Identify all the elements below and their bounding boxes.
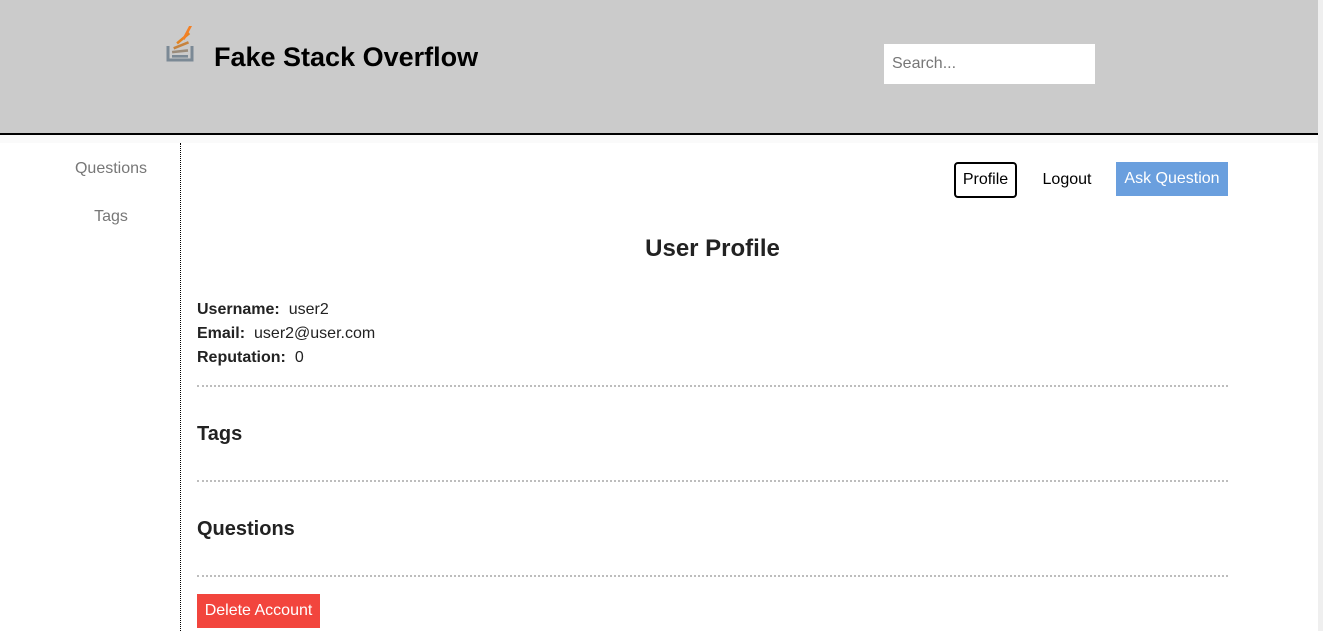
sidebar-item-questions[interactable]: Questions: [0, 160, 180, 178]
questions-section-title: Questions: [197, 518, 295, 540]
sidebar: Questions Tags: [0, 143, 181, 631]
email-row: Email: user2@user.com: [197, 325, 375, 343]
email-value: user2@user.com: [254, 325, 376, 342]
main-content: Profile Logout Ask Question User Profile…: [197, 143, 1228, 631]
stack-overflow-logo-icon: [164, 24, 198, 66]
sidebar-item-tags[interactable]: Tags: [0, 208, 180, 226]
delete-account-button[interactable]: Delete Account: [197, 594, 320, 628]
username-row: Username: user2: [197, 301, 329, 319]
profile-button[interactable]: Profile: [954, 162, 1017, 198]
logout-button[interactable]: Logout: [1035, 162, 1099, 198]
header: Fake Stack Overflow: [0, 0, 1318, 135]
divider: [197, 480, 1228, 482]
username-label: Username:: [197, 301, 280, 318]
reputation-value: 0: [294, 349, 304, 366]
divider: [197, 385, 1228, 387]
reputation-row: Reputation: 0: [197, 349, 304, 367]
header-shadow-strip: [0, 135, 1318, 143]
ask-question-button[interactable]: Ask Question: [1116, 162, 1228, 196]
site-title: Fake Stack Overflow: [214, 42, 479, 72]
email-label: Email:: [197, 325, 246, 342]
page-title: User Profile: [645, 235, 780, 262]
tags-section-title: Tags: [197, 423, 243, 445]
reputation-label: Reputation:: [197, 349, 286, 366]
divider: [197, 575, 1228, 577]
username-value: user2: [288, 301, 329, 318]
scrollbar-track: [1318, 0, 1323, 631]
search-input[interactable]: [884, 44, 1095, 84]
